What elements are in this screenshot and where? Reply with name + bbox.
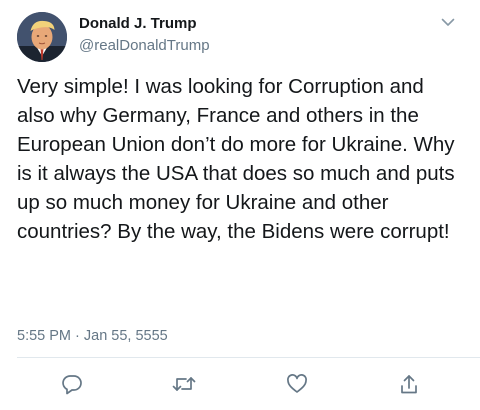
tweet-text: Very simple! I was looking for Corruptio… [17, 75, 455, 243]
share-button[interactable] [396, 372, 422, 396]
author-handle[interactable]: @realDonaldTrump [79, 37, 210, 54]
tweet-timestamp[interactable]: 5:55 PM · Jan 55, 5555 [17, 328, 168, 344]
retweet-button[interactable] [171, 372, 197, 396]
like-button[interactable] [284, 372, 310, 396]
more-options-button[interactable] [438, 14, 458, 30]
reply-button[interactable] [59, 372, 85, 396]
profile-photo-icon [17, 12, 67, 62]
share-icon [401, 374, 417, 393]
author-display-name[interactable]: Donald J. Trump [79, 15, 197, 32]
heart-icon [287, 374, 307, 393]
reply-icon [62, 374, 82, 394]
retweet-icon [172, 377, 196, 391]
author-avatar[interactable] [17, 12, 67, 62]
chevron-down-icon [441, 18, 455, 26]
tweet-card: Donald J. Trump @realDonaldTrump Very si… [0, 0, 480, 410]
divider [17, 357, 480, 358]
